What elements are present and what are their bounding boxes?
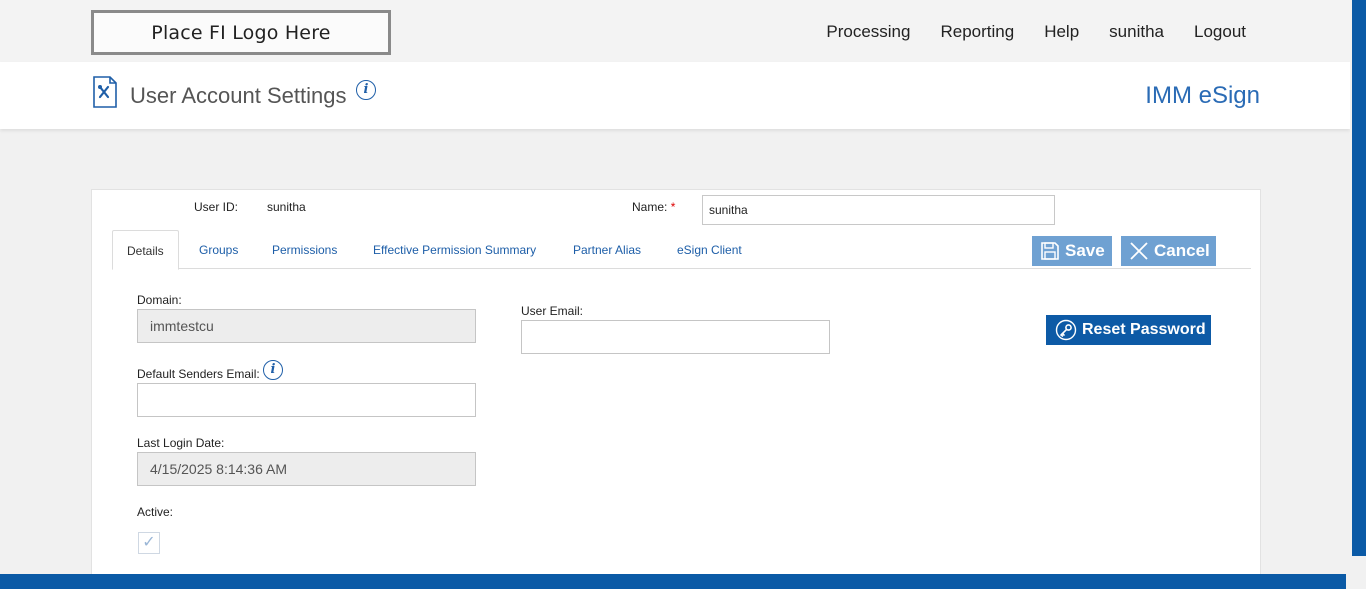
user-id-label: User ID: <box>194 200 239 214</box>
nav-help[interactable]: Help <box>1044 22 1079 42</box>
top-nav: Processing Reporting Help sunitha Logout <box>826 22 1246 42</box>
save-button[interactable]: Save <box>1032 236 1112 266</box>
top-bar: Place FI Logo Here Processing Reporting … <box>0 0 1350 62</box>
last-login-date-field: 4/15/2025 8:14:36 AM <box>137 452 476 486</box>
reset-password-label: Reset Password <box>1082 321 1206 338</box>
user-email-input[interactable] <box>521 320 830 354</box>
brand-name: IMM eSign <box>1145 82 1260 109</box>
vertical-scrollbar[interactable] <box>1350 0 1366 556</box>
tab-esign-client[interactable]: eSign Client <box>677 230 742 269</box>
close-icon <box>1130 242 1148 260</box>
tab-details[interactable]: Details <box>112 230 179 270</box>
default-senders-email-label: Default Senders Email: <box>137 367 260 381</box>
floppy-disk-icon <box>1041 242 1059 260</box>
active-checkbox[interactable]: ✓ <box>138 532 160 554</box>
title-bar: User Account Settings i IMM eSign <box>0 62 1350 129</box>
footer-bar <box>0 574 1346 589</box>
required-mark: * <box>670 200 676 214</box>
nav-user[interactable]: sunitha <box>1109 22 1164 42</box>
nav-processing[interactable]: Processing <box>826 22 910 42</box>
nav-reporting[interactable]: Reporting <box>940 22 1014 42</box>
last-login-date-label: Last Login Date: <box>137 436 225 450</box>
user-email-label: User Email: <box>521 304 584 318</box>
senders-email-info-icon[interactable]: i <box>263 360 283 380</box>
key-icon <box>1055 319 1077 341</box>
default-senders-email-input[interactable] <box>137 383 476 417</box>
save-label: Save <box>1065 241 1105 260</box>
active-label: Active: <box>137 505 174 519</box>
tab-effective-permission-summary[interactable]: Effective Permission Summary <box>373 230 536 269</box>
tab-permissions[interactable]: Permissions <box>272 230 337 269</box>
reset-password-button[interactable]: Reset Password <box>1046 315 1211 345</box>
info-icon[interactable]: i <box>356 80 376 100</box>
page-title: User Account Settings <box>130 83 347 108</box>
settings-document-icon <box>93 76 117 108</box>
cancel-label: Cancel <box>1154 241 1210 260</box>
nav-logout[interactable]: Logout <box>1194 22 1246 42</box>
domain-field: immtestcu <box>137 309 476 343</box>
user-id-value: sunitha <box>267 200 306 214</box>
tab-partner-alias[interactable]: Partner Alias <box>573 230 641 269</box>
scrollbar-thumb[interactable] <box>1352 0 1366 556</box>
tab-groups[interactable]: Groups <box>199 230 238 269</box>
name-label: Name: * <box>632 200 676 214</box>
fi-logo-placeholder[interactable]: Place FI Logo Here <box>91 10 391 55</box>
user-account-panel: User ID: sunitha Name: * Details Groups … <box>91 189 1261 589</box>
name-input[interactable] <box>702 195 1055 225</box>
cancel-button[interactable]: Cancel <box>1121 236 1216 266</box>
domain-label: Domain: <box>137 293 182 307</box>
